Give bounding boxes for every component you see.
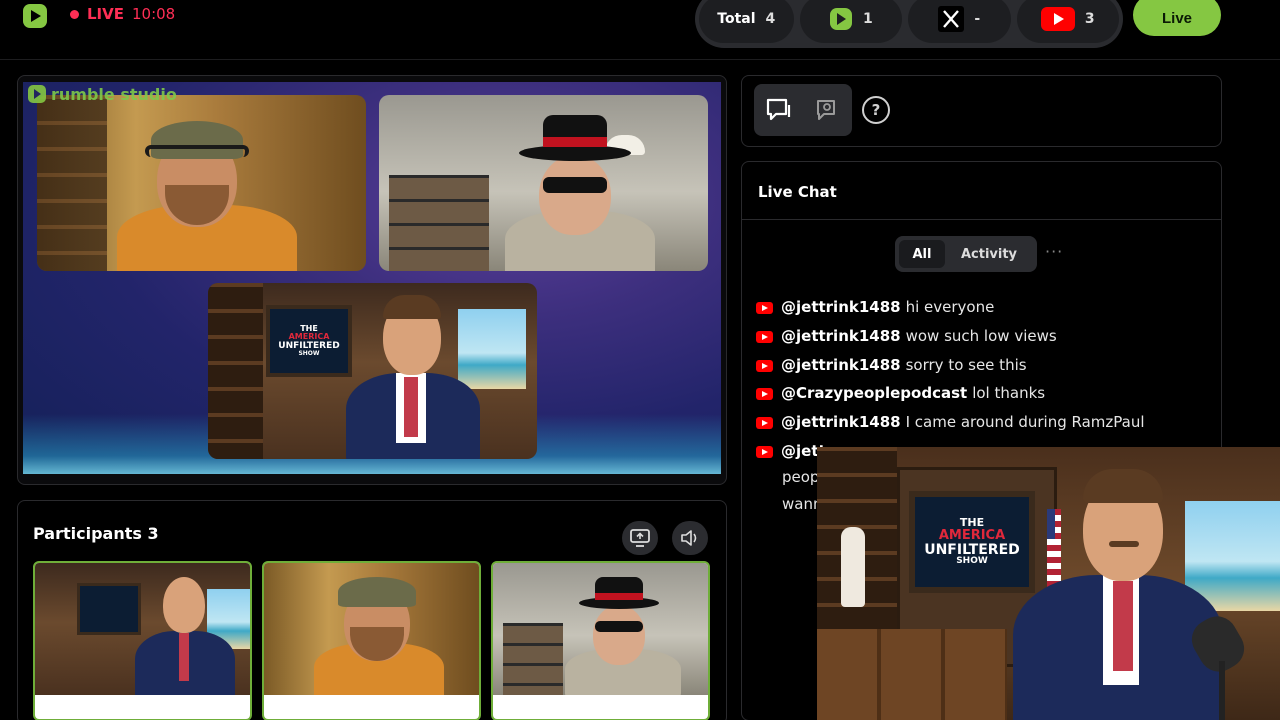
participant-thumb-guest-1[interactable] bbox=[262, 561, 481, 720]
chat-text: wow such low views bbox=[905, 327, 1057, 345]
participant-thumb-host[interactable] bbox=[33, 561, 252, 720]
host-figure bbox=[338, 289, 488, 459]
chat-text: I came around during RamzPaul bbox=[905, 413, 1145, 431]
stage-video-host[interactable]: THE AMERICA UNFILTERED SHOW bbox=[208, 283, 537, 459]
chat-tab-button[interactable] bbox=[762, 93, 796, 127]
x-icon bbox=[938, 6, 965, 32]
chat-message: @jettrink1488 sorry to see this bbox=[756, 356, 1206, 374]
youtube-viewers[interactable]: 3 bbox=[1016, 0, 1119, 43]
youtube-icon bbox=[756, 302, 773, 314]
chat-icon bbox=[766, 98, 790, 121]
pip-tv-line3: UNFILTERED bbox=[924, 541, 1020, 558]
chat-wrap-line: peop bbox=[782, 468, 820, 486]
youtube-count: 3 bbox=[1084, 11, 1095, 27]
rumble-logo-icon bbox=[23, 4, 47, 28]
volume-button[interactable] bbox=[672, 521, 708, 555]
filter-all-button[interactable]: All bbox=[899, 240, 945, 268]
chat-username[interactable]: @jettrink1488 bbox=[781, 356, 901, 374]
notification-icon bbox=[816, 100, 835, 120]
chat-title: Live Chat bbox=[758, 183, 837, 201]
chat-message: @jettrink1488 hi everyone bbox=[756, 298, 1206, 316]
chat-divider bbox=[742, 219, 1221, 220]
screen-share-button[interactable] bbox=[622, 521, 658, 555]
thumb-tv bbox=[77, 583, 141, 635]
notifications-tab-button[interactable] bbox=[811, 93, 845, 127]
chat-text: lol thanks bbox=[972, 384, 1046, 402]
filter-activity-button[interactable]: Activity bbox=[949, 240, 1029, 268]
tools-panel: ? bbox=[741, 75, 1222, 147]
rumble-viewers[interactable]: 1 bbox=[799, 0, 903, 43]
chat-more-icon[interactable]: ··· bbox=[1045, 242, 1063, 261]
pip-tv-line2: AMERICA bbox=[938, 527, 1006, 543]
participants-title: Participants 3 bbox=[33, 524, 159, 543]
live-dot-icon bbox=[70, 9, 79, 19]
rumble-icon bbox=[829, 8, 852, 30]
pip-host-figure bbox=[1013, 465, 1233, 720]
guest-1-figure bbox=[107, 115, 307, 271]
participant-video bbox=[35, 563, 250, 695]
stage-video-guest-2[interactable] bbox=[379, 95, 708, 271]
chat-username[interactable]: @Crazypeoplepodcast bbox=[781, 384, 967, 402]
chat-username[interactable]: @jettrink1488 bbox=[781, 298, 901, 316]
stage-canvas: rumble studio THE AMERICA UNFILTERED SHO… bbox=[23, 82, 721, 474]
youtube-icon bbox=[756, 388, 773, 400]
live-indicator: LIVE 10:08 bbox=[70, 5, 175, 23]
top-bar: LIVE 10:08 Total 4 1 - 3 Live bbox=[0, 0, 1280, 60]
chat-message: @jettrink1488 wow such low views bbox=[756, 327, 1206, 345]
studio-brand: rumble studio bbox=[27, 84, 177, 104]
total-count: 4 bbox=[765, 11, 776, 27]
total-label: Total bbox=[717, 11, 756, 27]
x-viewers[interactable]: - bbox=[908, 0, 1011, 43]
rumble-count: 1 bbox=[862, 11, 873, 27]
volume-icon bbox=[681, 530, 697, 546]
youtube-icon bbox=[1040, 7, 1075, 31]
total-viewers[interactable]: Total 4 bbox=[699, 0, 794, 43]
guest-2-figure bbox=[499, 115, 669, 271]
chat-text: hi everyone bbox=[905, 298, 995, 316]
chat-username[interactable]: @jettrink1488 bbox=[781, 413, 901, 431]
live-time: 10:08 bbox=[132, 5, 176, 23]
host-camera-overlay: THE AMERICA UNFILTERED SHOW bbox=[817, 447, 1280, 720]
chat-message: @jettrink1488 I came around during RamzPa… bbox=[756, 413, 1206, 431]
pip-tv-line4: SHOW bbox=[956, 556, 988, 567]
screen-share-icon bbox=[630, 529, 650, 547]
youtube-icon bbox=[756, 360, 773, 372]
youtube-icon bbox=[756, 446, 773, 458]
tool-group bbox=[754, 84, 852, 136]
chat-filter: All Activity bbox=[895, 236, 1037, 272]
participant-thumb-guest-2[interactable] bbox=[491, 561, 710, 720]
studio-brand-text: rumble studio bbox=[51, 84, 177, 104]
participant-video bbox=[264, 563, 479, 695]
chat-username[interactable]: @jettrink1488 bbox=[781, 327, 901, 345]
rumble-studio-logo-icon bbox=[28, 85, 46, 103]
tv-line4: SHOW bbox=[298, 349, 320, 357]
viewer-stats: Total 4 1 - 3 bbox=[695, 0, 1123, 48]
live-label: LIVE bbox=[87, 5, 124, 23]
go-live-button[interactable]: Live bbox=[1133, 0, 1221, 36]
participant-video bbox=[493, 563, 708, 695]
stage-video-guest-1[interactable] bbox=[37, 95, 366, 271]
x-count: - bbox=[974, 11, 981, 27]
help-icon[interactable]: ? bbox=[862, 96, 890, 124]
youtube-icon bbox=[756, 417, 773, 429]
chat-text: sorry to see this bbox=[905, 356, 1027, 374]
youtube-icon bbox=[756, 331, 773, 343]
chat-message: @Crazypeoplepodcast lol thanks bbox=[756, 384, 1206, 402]
